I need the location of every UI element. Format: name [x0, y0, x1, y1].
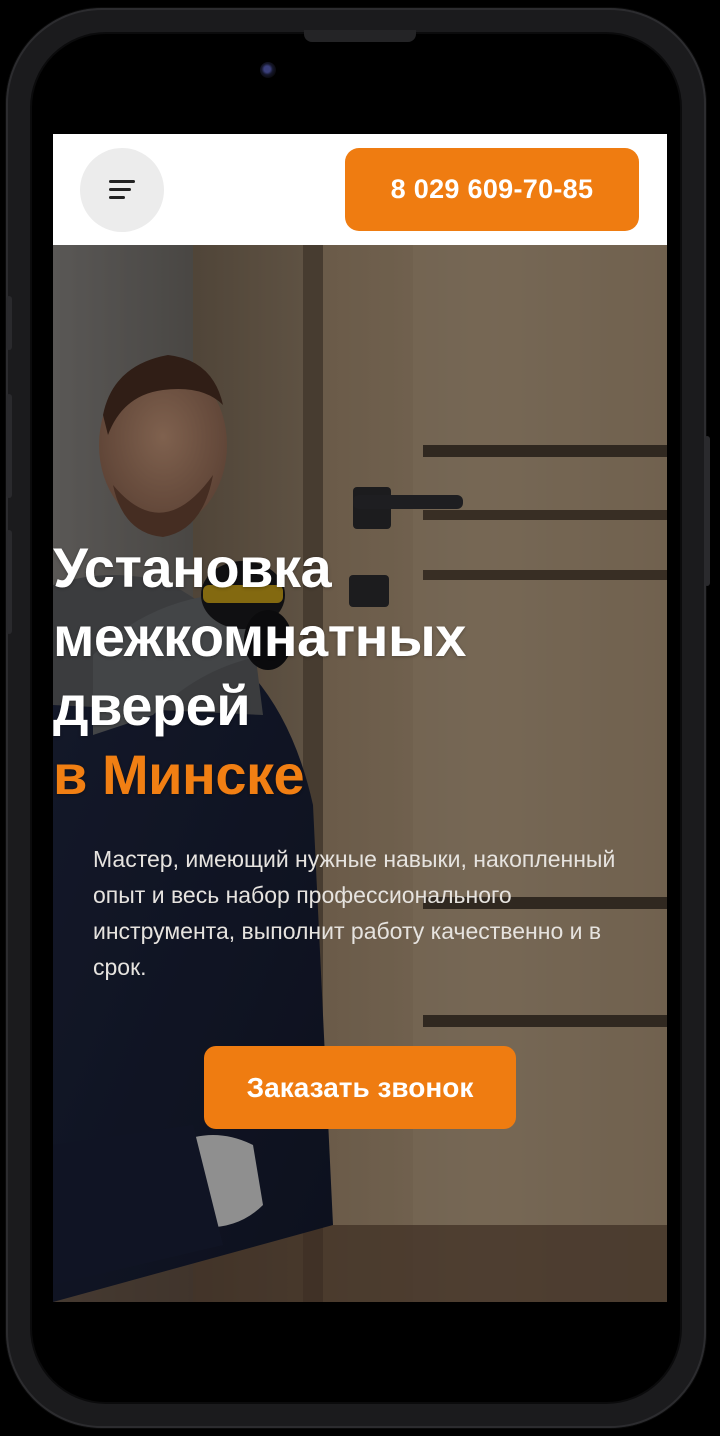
phone-side-button	[6, 296, 12, 350]
front-camera-icon	[260, 62, 276, 78]
hero-description: Мастер, имеющий нужные навыки, накопленн…	[93, 846, 616, 980]
menu-button[interactable]	[80, 148, 164, 232]
hero-title-line: межкомнатных	[53, 605, 466, 668]
hero-section: Установка межкомнатных дверей в Минске М…	[53, 245, 667, 1302]
phone-side-button	[704, 436, 710, 586]
hero-title-accent: в Минске	[53, 743, 305, 806]
screen: 8 029 609-70-85 Установка межкомнатных д…	[53, 134, 667, 1302]
hamburger-menu-icon	[109, 180, 135, 200]
phone-side-button	[6, 394, 12, 498]
site-header: 8 029 609-70-85	[53, 134, 667, 245]
device-mockup: 8 029 609-70-85 Установка межкомнатных д…	[0, 0, 720, 1436]
hero-title-line: дверей	[53, 674, 251, 737]
phone-call-button[interactable]: 8 029 609-70-85	[345, 148, 639, 231]
hero-title: Установка межкомнатных дверей в Минске	[53, 533, 667, 809]
phone-speaker	[304, 30, 416, 42]
phone-side-button	[6, 530, 12, 634]
order-call-button[interactable]: Заказать звонок	[204, 1046, 516, 1129]
hero-title-line: Установка	[53, 536, 332, 599]
